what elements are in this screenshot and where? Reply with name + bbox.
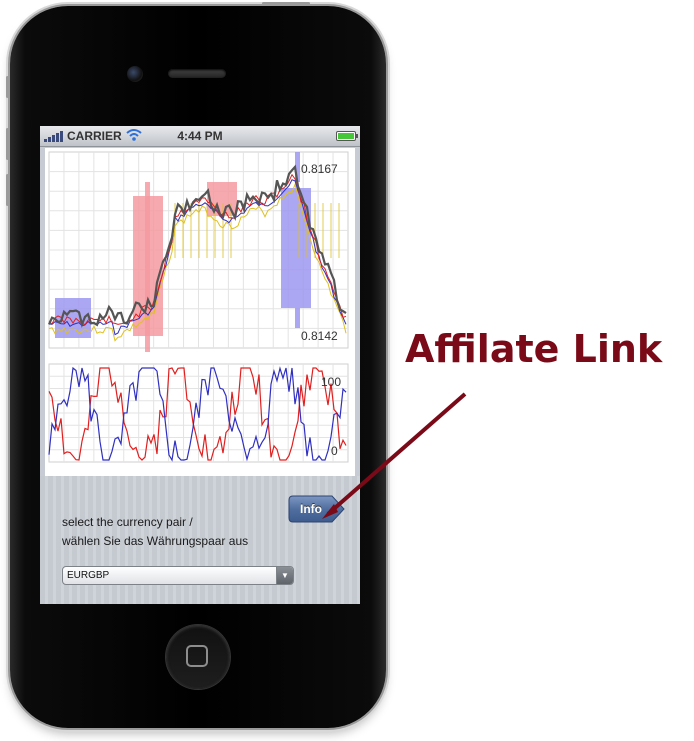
annotation-arrow <box>322 392 467 519</box>
